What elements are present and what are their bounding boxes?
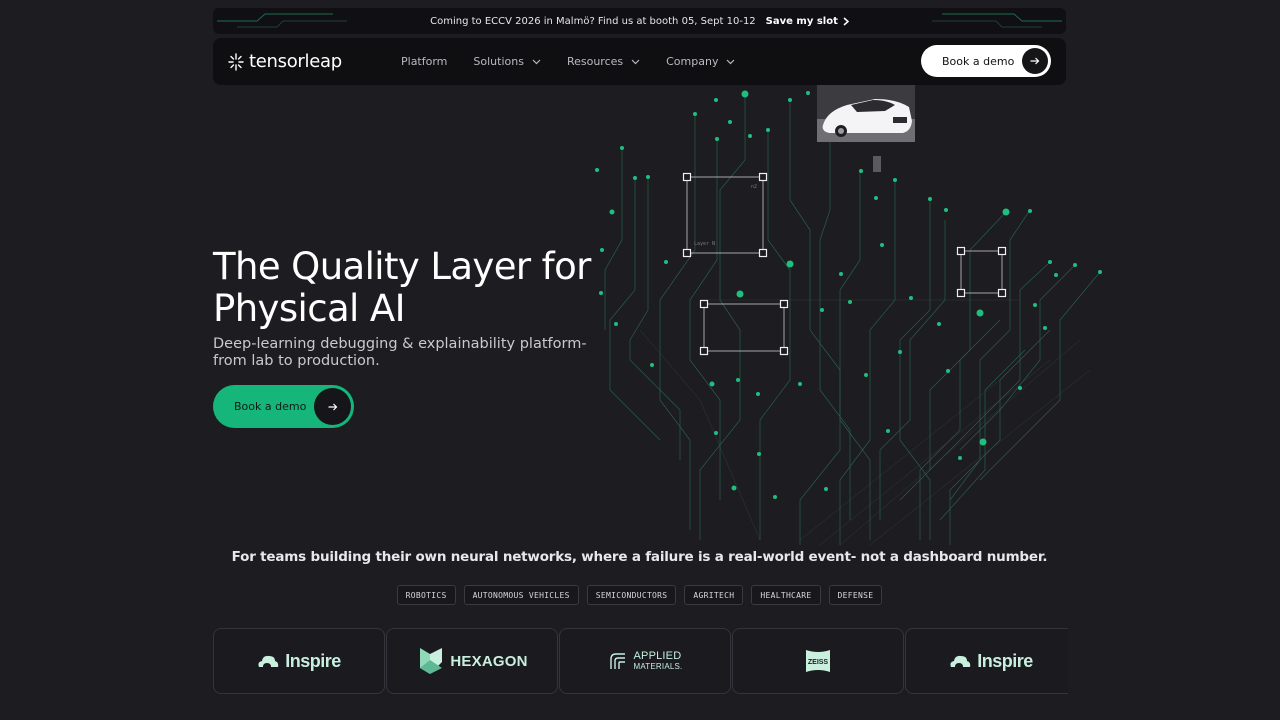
diagram-label-layer: Layer N: [694, 241, 715, 247]
logo-card-inspire: Inspire: [905, 628, 1068, 694]
tag-robotics[interactable]: ROBOTICS: [396, 585, 456, 605]
logo-name: HEXAGON: [450, 652, 528, 670]
nav-item-label: Solutions: [473, 55, 524, 68]
hero-title-line-1: The Quality Layer for: [213, 245, 591, 288]
tag-healthcare[interactable]: HEALTHCARE: [751, 585, 821, 605]
chevron-down-icon: [727, 59, 735, 64]
industry-tags: ROBOTICS AUTONOMOUS VEHICLES SEMICONDUCT…: [213, 585, 1066, 605]
tag-defense[interactable]: DEFENSE: [828, 585, 883, 605]
inspire-cloud-icon: [950, 655, 971, 667]
inspire-cloud-icon: [258, 655, 279, 667]
book-demo-button-hero[interactable]: Book a demo: [213, 385, 354, 428]
teams-statement: For teams building their own neural netw…: [231, 549, 1048, 565]
logo-name: APPLIED MATERIALS.: [633, 649, 683, 672]
logo-name: Inspire: [285, 650, 341, 671]
logo-card-applied-materials: APPLIED MATERIALS.: [559, 628, 731, 694]
hero-subtitle-line-2: from lab to production.: [213, 353, 380, 369]
logo-name-line-1: APPLIED: [633, 649, 682, 662]
logo-name-line-2: MATERIALS.: [633, 661, 683, 671]
hexagon-icon: [420, 648, 443, 674]
announcement-bar: Coming to ECCV 2026 in Malmö? Find us at…: [213, 8, 1066, 34]
logo-name: ZEISS: [808, 659, 829, 666]
circuit-decoration-right: [932, 13, 1062, 28]
hero-subtitle: Deep-learning debugging & explainability…: [213, 336, 593, 370]
nav-item-platform[interactable]: Platform: [401, 55, 447, 68]
book-demo-label: Book a demo: [942, 54, 1015, 68]
chevron-down-icon: [631, 59, 640, 64]
nav-item-company[interactable]: Company: [666, 55, 735, 68]
tag-semiconductors[interactable]: SEMICONDUCTORS: [586, 585, 677, 605]
hero-subtitle-line-1: Deep-learning debugging & explainability…: [213, 336, 587, 352]
circuit-decoration-left: [217, 13, 347, 28]
hero-title: The Quality Layer for Physical AI: [213, 246, 633, 330]
tag-autonomous-vehicles[interactable]: AUTONOMOUS VEHICLES: [463, 585, 579, 605]
nav-item-label: Resources: [566, 55, 624, 68]
tag-agritech[interactable]: AGRITECH: [684, 585, 744, 605]
tensorleap-logo-icon: [228, 52, 244, 71]
nav-item-label: Platform: [401, 55, 448, 68]
navbar: tensorleap Platform Solutions Resources …: [213, 38, 1066, 85]
logo-name: Inspire: [977, 650, 1033, 671]
zeiss-icon: ZEISS: [806, 650, 830, 672]
arrow-right-icon: [314, 388, 351, 425]
book-demo-label: Book a demo: [234, 400, 307, 413]
applied-materials-icon: [609, 653, 625, 669]
nav-item-solutions[interactable]: Solutions: [473, 55, 541, 68]
book-demo-button-nav[interactable]: Book a demo: [921, 45, 1051, 77]
logo-card-inspire: Inspire: [213, 628, 385, 694]
arrow-right-icon: [1022, 48, 1048, 74]
logo-card-zeiss: ZEISS: [732, 628, 904, 694]
diagram-label-node: n2: [751, 184, 757, 190]
car-thumbnail-image: [817, 85, 915, 142]
hero-title-line-2: Physical AI: [213, 287, 406, 330]
customer-logo-strip: Inspire HEXAGON APPLIED MATERIALS. ZEISS: [213, 628, 1068, 694]
main-menu: Platform Solutions Resources Company: [401, 38, 735, 85]
brand-name: tensorleap: [249, 51, 342, 72]
nav-item-label: Company: [666, 55, 719, 68]
save-slot-link[interactable]: Save my slot: [766, 16, 849, 27]
nav-item-resources[interactable]: Resources: [567, 55, 640, 68]
chevron-right-icon: [843, 16, 849, 26]
announcement-text: Coming to ECCV 2026 in Malmö? Find us at…: [430, 15, 756, 27]
logo-card-hexagon: HEXAGON: [386, 628, 558, 694]
chevron-down-icon: [532, 59, 541, 64]
neural-circuit-illustration: Layer N n2: [595, 90, 1102, 546]
brand-logo[interactable]: tensorleap: [228, 51, 342, 72]
save-slot-label: Save my slot: [765, 15, 838, 27]
